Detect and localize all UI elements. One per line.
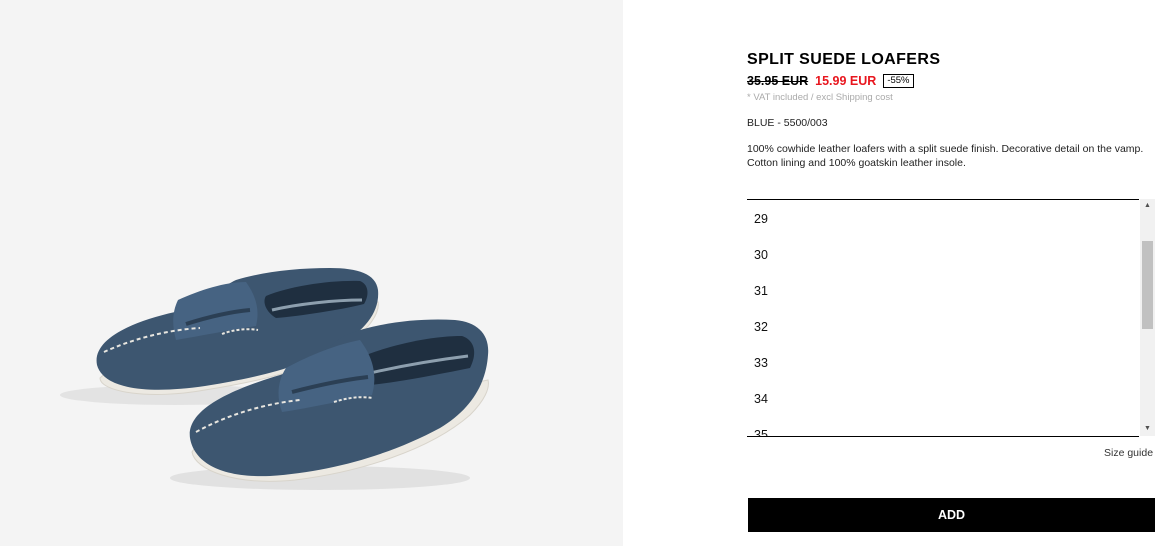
- price-row: 35.95 EUR 15.99 EUR -55%: [747, 73, 914, 89]
- sale-price: 15.99 EUR: [815, 74, 877, 88]
- loafers-image: [60, 268, 489, 490]
- size-list-scrollbar[interactable]: ▲ ▼: [1140, 199, 1155, 436]
- old-price: 35.95 EUR: [747, 74, 809, 88]
- scroll-up-arrow-icon[interactable]: ▲: [1140, 199, 1155, 213]
- size-option[interactable]: 30: [754, 247, 768, 263]
- product-info: SPLIT SUEDE LOAFERS 35.95 EUR 15.99 EUR …: [747, 0, 1155, 546]
- size-option[interactable]: 31: [754, 283, 768, 299]
- scroll-down-arrow-icon[interactable]: ▼: [1140, 422, 1155, 436]
- size-option[interactable]: 29: [754, 211, 768, 227]
- product-description: 100% cowhide leather loafers with a spli…: [747, 143, 1144, 169]
- discount-badge: -55%: [883, 74, 914, 88]
- size-option[interactable]: 35: [754, 427, 768, 436]
- size-option[interactable]: 32: [754, 319, 768, 335]
- scrollbar-thumb[interactable]: [1142, 241, 1153, 329]
- size-option[interactable]: 33: [754, 355, 768, 371]
- size-guide-link[interactable]: Size guide: [1104, 447, 1153, 459]
- product-image[interactable]: [0, 0, 623, 546]
- product-title: SPLIT SUEDE LOAFERS: [747, 51, 941, 68]
- add-to-cart-button[interactable]: ADD: [748, 498, 1155, 532]
- vat-note: * VAT included / excl Shipping cost: [747, 92, 893, 103]
- size-option[interactable]: 34: [754, 391, 768, 407]
- size-selector[interactable]: 29 30 31 32 33 34 35: [747, 199, 1139, 437]
- color-reference: BLUE - 5500/003: [747, 117, 828, 129]
